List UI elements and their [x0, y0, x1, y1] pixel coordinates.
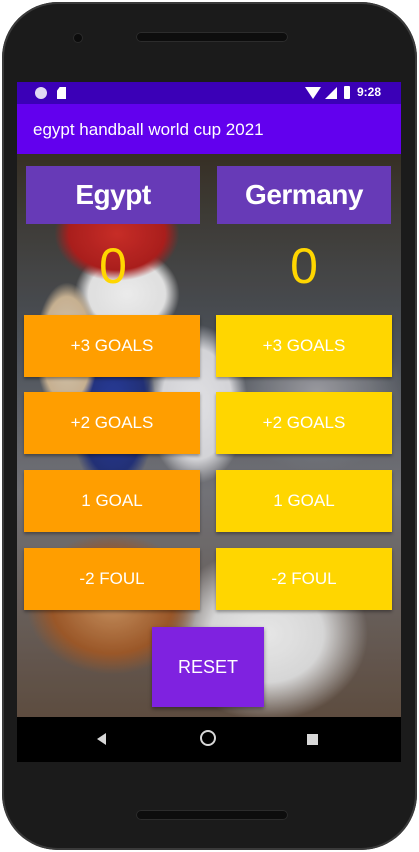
nav-back-icon[interactable] [97, 733, 106, 745]
circle-notification-icon [35, 87, 47, 99]
battery-icon [344, 86, 350, 99]
nav-recents-icon[interactable] [307, 734, 318, 745]
team-a-header: Egypt [26, 166, 200, 224]
navigation-bar [17, 717, 401, 762]
team-b-foul-button[interactable]: -2 FOUL [216, 548, 392, 610]
bottom-speaker [136, 810, 288, 820]
app-title: egypt handball world cup 2021 [33, 120, 264, 139]
team-b-score: 0 [290, 238, 318, 294]
team-b-header: Germany [217, 166, 391, 224]
nav-home-icon[interactable] [200, 730, 216, 746]
status-time: 9:28 [357, 85, 382, 99]
team-a-foul-button[interactable]: -2 FOUL [24, 548, 200, 610]
status-bar: 9:28 [17, 82, 401, 104]
sd-card-icon [57, 87, 66, 99]
team-b-plus2-button[interactable]: +2 GOALS [216, 392, 392, 454]
reset-button[interactable]: RESET [152, 627, 264, 707]
cell-signal-icon [325, 87, 337, 99]
team-b-1goal-button[interactable]: 1 GOAL [216, 470, 392, 532]
team-a-plus2-button[interactable]: +2 GOALS [24, 392, 200, 454]
team-b-plus3-button[interactable]: +3 GOALS [216, 315, 392, 377]
team-a-plus3-button[interactable]: +3 GOALS [24, 315, 200, 377]
app-bar: egypt handball world cup 2021 [17, 104, 401, 154]
top-speaker [136, 32, 288, 42]
front-camera [74, 34, 82, 42]
team-a-1goal-button[interactable]: 1 GOAL [24, 470, 200, 532]
wifi-icon [305, 87, 321, 99]
screen: 9:28 egypt handball world cup 2021 Egypt… [17, 82, 401, 762]
team-a-score: 0 [99, 238, 127, 294]
